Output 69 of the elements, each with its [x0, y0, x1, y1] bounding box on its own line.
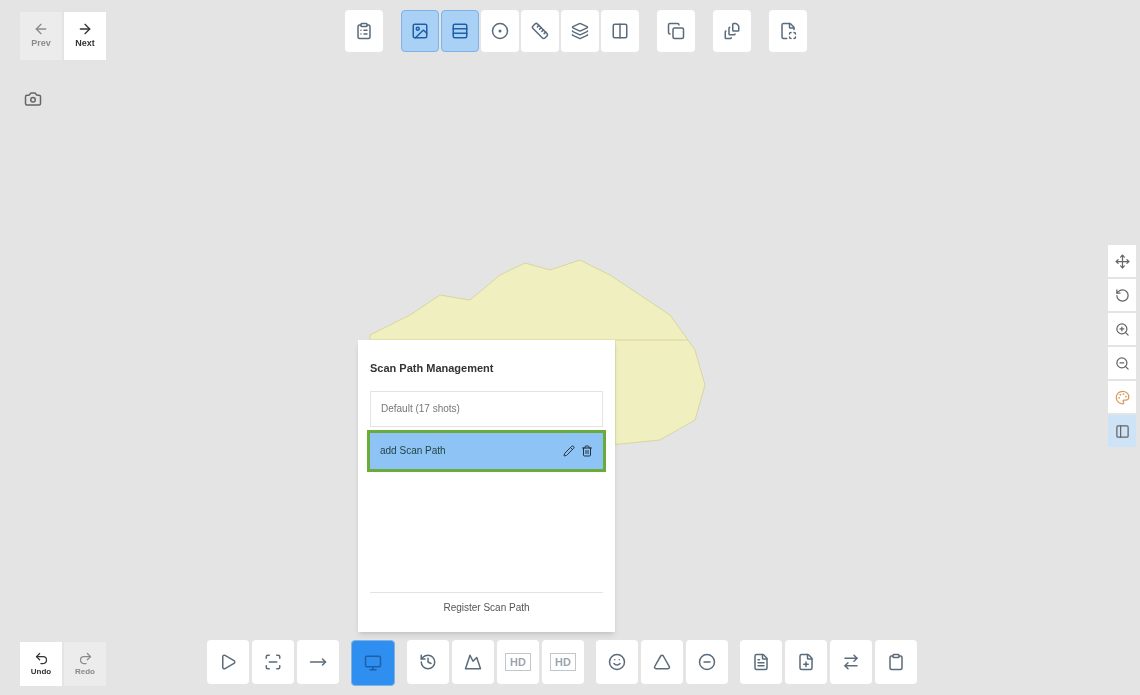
camera-icon	[24, 90, 42, 108]
view-tool-button[interactable]	[1108, 245, 1136, 277]
toolbar-button[interactable]	[561, 10, 599, 52]
delete-icon[interactable]	[581, 444, 593, 457]
file-stack-icon	[723, 22, 741, 40]
columns-icon	[611, 22, 629, 40]
palette-icon	[1114, 389, 1130, 405]
mountain-icon	[464, 653, 482, 671]
clipboard-icon	[355, 22, 373, 40]
redo-icon	[77, 650, 93, 666]
register-button[interactable]: Register Scan Path	[370, 592, 603, 622]
toolbar-button[interactable]	[441, 10, 479, 52]
zoom-in-icon	[1114, 321, 1130, 337]
toolbar-button[interactable]	[407, 640, 449, 684]
toolbar-button[interactable]: HD	[497, 640, 539, 684]
panel-title: Scan Path Management	[370, 361, 495, 376]
toolbar-button[interactable]	[297, 640, 339, 684]
clipboard-icon	[887, 653, 905, 671]
toolbar-button[interactable]	[481, 10, 519, 52]
scan-path-item[interactable]: add Scan Path	[370, 432, 603, 469]
file-scan-icon	[779, 22, 797, 40]
toolbar-button[interactable]	[713, 10, 751, 52]
view-tool-button[interactable]	[1108, 415, 1136, 447]
toolbar-button[interactable]	[521, 10, 559, 52]
copy-icon	[667, 22, 685, 40]
toolbar-button[interactable]	[596, 640, 638, 684]
view-tool-button[interactable]	[1108, 313, 1136, 345]
view-tool-button[interactable]	[1108, 347, 1136, 379]
view-tool-button[interactable]	[1108, 279, 1136, 311]
toolbar-button[interactable]	[657, 10, 695, 52]
play-icon	[219, 653, 237, 671]
toolbar-button[interactable]	[452, 640, 494, 684]
undo-icon	[33, 650, 49, 666]
rows-icon	[451, 22, 469, 40]
nav-button[interactable]: Next	[64, 12, 106, 60]
image-icon	[411, 22, 429, 40]
toolbar-button[interactable]	[401, 10, 439, 52]
panel-icon	[1114, 423, 1130, 439]
zoom-out-icon	[1114, 355, 1130, 371]
move-icon	[1114, 253, 1130, 269]
edit-icon[interactable]	[563, 444, 575, 457]
toolbar-button[interactable]	[686, 640, 728, 684]
scan-icon	[264, 653, 282, 671]
toolbar-button[interactable]	[345, 10, 383, 52]
monitor-icon	[364, 654, 382, 672]
toolbar-button[interactable]	[252, 640, 294, 684]
toolbar-button[interactable]	[740, 640, 782, 684]
file-plus-icon	[797, 653, 815, 671]
toolbar-button[interactable]	[207, 640, 249, 684]
rotate-icon	[1114, 287, 1130, 303]
circle-icon	[491, 22, 509, 40]
swap-icon	[842, 653, 860, 671]
toolbar-button[interactable]	[351, 640, 395, 686]
toolbar-button[interactable]	[785, 640, 827, 684]
toolbar-button[interactable]: HD	[542, 640, 584, 684]
triangle-icon	[653, 653, 671, 671]
history-button[interactable]: Undo	[20, 642, 62, 686]
toolbar-button[interactable]	[830, 640, 872, 684]
file-text-icon	[752, 653, 770, 671]
toolbar-button[interactable]	[769, 10, 807, 52]
toolbar-button[interactable]	[875, 640, 917, 684]
history-icon	[419, 653, 437, 671]
toolbar-button[interactable]	[641, 640, 683, 684]
layers-icon	[571, 22, 589, 40]
smile-icon	[608, 653, 626, 671]
toolbar-button[interactable]	[601, 10, 639, 52]
scan-path-item[interactable]: Default (17 shots)	[370, 390, 603, 427]
circle-minus-icon	[698, 653, 716, 671]
ruler-icon	[531, 22, 549, 40]
